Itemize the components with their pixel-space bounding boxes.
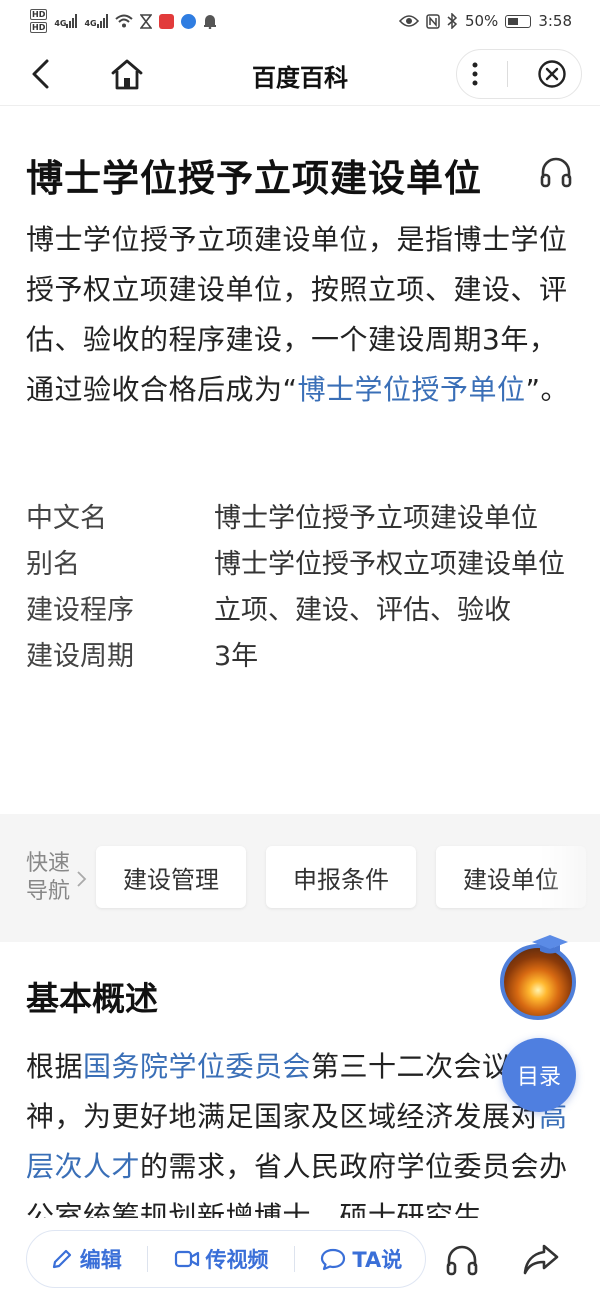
upload-video-button[interactable]: 传视频	[174, 1244, 269, 1274]
toc-button[interactable]: 目录	[502, 1038, 576, 1112]
status-bar: HD HD 4G 4G 50% 3:58	[0, 0, 600, 42]
signal-bars-icon	[96, 14, 108, 28]
infobox-value: 博士学位授予权立项建设单位	[214, 549, 565, 580]
nfc-icon	[426, 13, 440, 29]
section-title: 基本概述	[26, 979, 158, 1018]
mini-program-capsule	[456, 49, 582, 99]
quick-nav-item[interactable]: 建设管理	[96, 846, 246, 908]
summary-link-doctoral-unit[interactable]: 博士学位授予单位	[298, 373, 526, 406]
video-camera-icon	[174, 1250, 199, 1268]
close-icon[interactable]	[537, 59, 567, 89]
bell-icon	[203, 14, 216, 29]
body-text: 根据	[26, 1050, 84, 1083]
chevron-right-icon	[77, 871, 87, 887]
infobox-value: 博士学位授予立项建设单位	[214, 503, 538, 534]
signal-1: 4G	[54, 14, 78, 28]
headphones-icon[interactable]	[444, 1242, 480, 1278]
pill-divider	[147, 1246, 149, 1272]
quick-nav-fade	[540, 814, 600, 942]
headphones-icon[interactable]	[538, 154, 574, 190]
infobox-row: 别名 博士学位授予权立项建设单位	[26, 542, 574, 588]
graduation-cap-icon	[532, 935, 568, 954]
infobox-row: 建设程序 立项、建设、评估、验收	[26, 588, 574, 634]
infobox-value: 立项、建设、评估、验收	[214, 595, 511, 626]
network-label-2: 4G	[84, 19, 97, 28]
infobox: 中文名 博士学位授予立项建设单位 别名 博士学位授予权立项建设单位 建设程序 立…	[26, 496, 574, 680]
summary-text-end: ”。	[525, 373, 570, 406]
nav-bar: 百度百科	[0, 44, 600, 106]
quick-nav-items: 建设管理 申报条件 建设单位	[96, 846, 586, 908]
hd-label-1: HD	[30, 9, 48, 20]
bluetooth-icon	[447, 13, 458, 29]
infobox-value: 3年	[214, 641, 259, 672]
eye-icon	[398, 15, 419, 27]
ta-says-button[interactable]: TA说	[320, 1244, 402, 1274]
infobox-row: 中文名 博士学位授予立项建设单位	[26, 496, 574, 542]
status-right: 50% 3:58	[398, 12, 572, 30]
chat-bubble-icon	[321, 1248, 346, 1271]
more-icon[interactable]	[471, 61, 479, 87]
pill-divider	[293, 1246, 295, 1272]
clock: 3:58	[538, 12, 572, 30]
edit-label: 编辑	[79, 1248, 122, 1272]
infobox-key: 别名	[26, 549, 80, 580]
app-notification-red-icon	[158, 13, 174, 29]
status-left: HD HD 4G 4G	[30, 8, 217, 34]
body-link-state-council[interactable]: 国务院学位委员会	[83, 1050, 311, 1083]
back-arrow-icon[interactable]	[26, 58, 58, 90]
capsule-divider	[507, 61, 509, 87]
edit-button[interactable]: 编辑	[50, 1244, 122, 1274]
infobox-key: 建设周期	[26, 641, 134, 672]
quick-nav: 快速导航 建设管理 申报条件 建设单位	[0, 814, 600, 942]
infobox-key: 中文名	[26, 503, 107, 534]
bottom-bar: 编辑 传视频 TA说	[0, 1218, 600, 1300]
pencil-icon	[52, 1249, 71, 1269]
battery-icon	[505, 14, 532, 28]
hourglass-icon	[139, 13, 152, 29]
article-summary: 博士学位授予立项建设单位，是指博士学位授予权立项建设单位，按照立项、建设、评估、…	[26, 215, 574, 415]
infobox-key: 建设程序	[26, 595, 134, 626]
app-notification-blue-icon	[180, 13, 196, 29]
home-icon[interactable]	[108, 56, 146, 94]
infobox-row: 建设周期 3年	[26, 634, 574, 680]
signal-bars-icon	[66, 14, 78, 28]
action-pill: 编辑 传视频 TA说	[26, 1230, 426, 1288]
quick-nav-item[interactable]: 申报条件	[266, 846, 416, 908]
battery-percent: 50%	[464, 12, 499, 30]
hd-indicator: HD HD	[30, 8, 48, 34]
hd-label-2: HD	[30, 22, 48, 33]
wifi-icon	[114, 14, 133, 28]
video-label: 传视频	[205, 1248, 269, 1272]
article-title: 博士学位授予立项建设单位	[26, 157, 482, 200]
share-icon[interactable]	[522, 1242, 560, 1278]
section-body: 根据国务院学位委员会第三十二次会议精神，为更好地满足国家及区域经济发展对高层次人…	[26, 1042, 574, 1218]
network-label-1: 4G	[54, 19, 67, 28]
signal-2: 4G	[84, 14, 108, 28]
ta-label: TA说	[352, 1248, 403, 1272]
